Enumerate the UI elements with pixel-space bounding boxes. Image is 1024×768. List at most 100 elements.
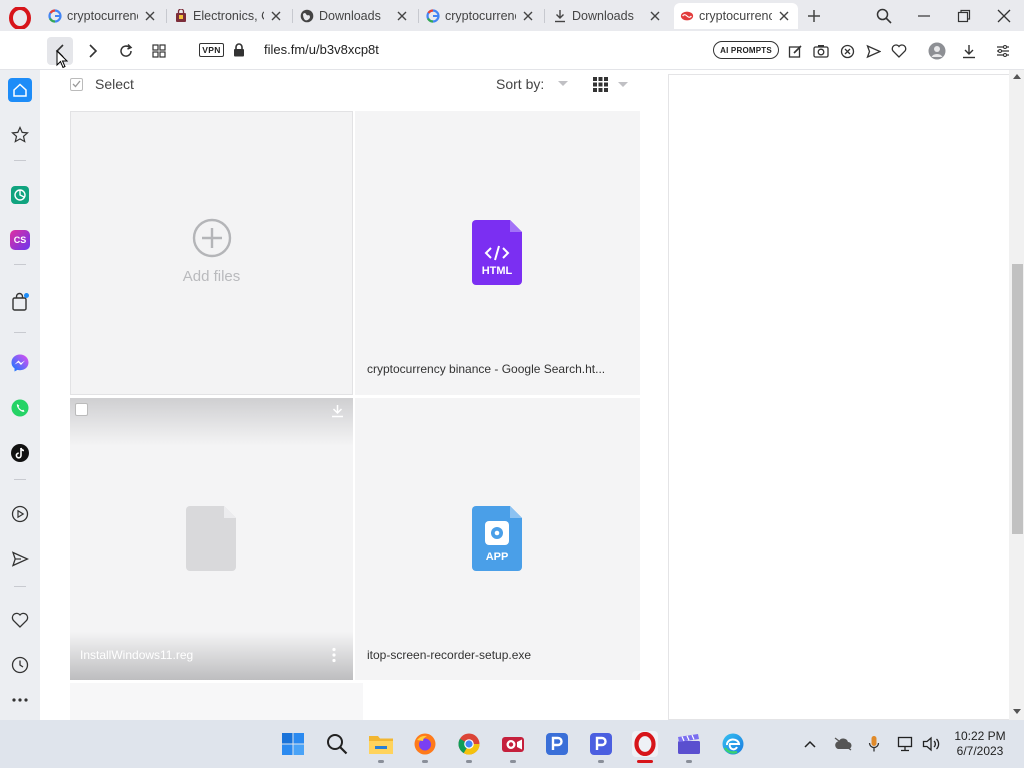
shopping-bag-icon[interactable] <box>8 290 32 314</box>
file-card-partial[interactable] <box>70 683 363 720</box>
send-icon[interactable] <box>8 547 32 571</box>
scroll-down-icon[interactable] <box>1013 709 1021 714</box>
heart-icon[interactable] <box>8 608 32 632</box>
select-all-row[interactable]: Select <box>70 76 134 92</box>
close-tab-icon[interactable] <box>394 8 410 24</box>
mouse-cursor-icon <box>56 50 68 69</box>
onedrive-icon[interactable] <box>833 734 853 754</box>
file-type-label: HTML <box>481 265 513 277</box>
filesfm-icon <box>680 9 694 23</box>
tiktok-icon[interactable] <box>8 441 32 465</box>
messenger-icon[interactable] <box>8 351 32 375</box>
files-fm-page: Select Sort by: Add files HTML cryptocur… <box>40 70 1024 720</box>
opera-icon[interactable] <box>632 731 658 757</box>
browser-toolbar: VPN files.fm/u/b3v8xcp8t AI PROMPTS <box>0 31 1024 70</box>
chevron-down-icon <box>558 81 569 86</box>
clapper-icon[interactable] <box>676 731 702 757</box>
opera-logo-icon[interactable] <box>9 7 31 29</box>
search-tabs-icon[interactable] <box>873 5 895 27</box>
p-app-2-icon[interactable] <box>588 731 614 757</box>
grid-view-icon <box>593 77 608 92</box>
file-card-exe[interactable]: APP itop-screen-recorder-setup.exe <box>355 398 640 680</box>
sort-by-label: Sort by: <box>496 76 545 92</box>
running-indicator <box>422 760 428 763</box>
p-app-icon[interactable] <box>544 731 570 757</box>
windows-start-icon[interactable] <box>280 731 306 757</box>
tab-5[interactable]: Downloads <box>547 3 669 29</box>
file-name[interactable]: cryptocurrency binance - Google Search.h… <box>367 362 607 376</box>
more-icon[interactable] <box>8 688 32 712</box>
file-name[interactable]: itop-screen-recorder-setup.exe <box>367 648 607 662</box>
close-tab-icon[interactable] <box>520 8 536 24</box>
star-icon[interactable] <box>8 123 32 147</box>
scroll-up-icon[interactable] <box>1013 74 1021 79</box>
file-checkbox[interactable] <box>75 403 88 416</box>
whatsapp-icon[interactable] <box>8 396 32 420</box>
file-card-reg[interactable]: InstallWindows11.reg <box>70 398 353 680</box>
chevron-up-icon[interactable] <box>800 734 820 754</box>
home-icon[interactable] <box>8 78 32 102</box>
close-tab-icon[interactable] <box>268 8 284 24</box>
edit-icon[interactable] <box>783 39 807 63</box>
tab-3[interactable]: Downloads <box>294 3 416 29</box>
player-icon[interactable] <box>8 502 32 526</box>
restore-icon[interactable] <box>953 5 975 27</box>
tab-title: cryptocurrenc <box>445 9 516 23</box>
close-tab-icon[interactable] <box>142 8 158 24</box>
volume-icon[interactable] <box>921 734 941 754</box>
send-icon[interactable] <box>861 39 885 63</box>
chatgpt-icon[interactable] <box>8 183 32 207</box>
profile-icon[interactable] <box>925 39 949 63</box>
sort-by-dropdown[interactable]: Sort by: <box>496 76 569 92</box>
download-icon[interactable] <box>331 404 344 418</box>
details-panel <box>668 74 1010 720</box>
chrome-icon[interactable] <box>456 731 482 757</box>
cs-icon[interactable]: CS <box>8 228 32 252</box>
file-card-html[interactable]: HTML cryptocurrency binance - Google Sea… <box>355 111 640 395</box>
close-tab-icon[interactable] <box>647 8 663 24</box>
tab-4[interactable]: cryptocurrenc <box>420 3 542 29</box>
edge-icon[interactable] <box>720 731 746 757</box>
scrollbar-thumb[interactable] <box>1012 264 1023 534</box>
running-indicator <box>510 760 516 763</box>
search-icon[interactable] <box>324 731 350 757</box>
close-tab-icon[interactable] <box>776 8 792 24</box>
page-scrollbar[interactable] <box>1009 70 1024 720</box>
address-bar-url[interactable]: files.fm/u/b3v8xcp8t <box>264 42 379 57</box>
close-window-icon[interactable] <box>993 5 1015 27</box>
block-icon[interactable] <box>835 39 859 63</box>
add-files-card[interactable]: Add files <box>70 111 353 395</box>
new-tab-icon[interactable] <box>805 7 823 25</box>
forward-button[interactable] <box>81 39 105 63</box>
clock-time: 10:22 PM <box>954 729 1006 743</box>
tab-divider <box>544 9 545 23</box>
vpn-badge[interactable]: VPN <box>199 43 224 57</box>
more-vertical-icon[interactable] <box>331 647 337 663</box>
heart-icon[interactable] <box>887 39 911 63</box>
view-mode-dropdown[interactable] <box>593 77 628 92</box>
tab-1[interactable]: cryptocurrenc <box>42 3 164 29</box>
tabs-grid-button[interactable] <box>147 39 171 63</box>
microphone-icon[interactable] <box>864 734 884 754</box>
sidebar-divider <box>14 332 26 333</box>
lock-icon[interactable] <box>233 43 245 57</box>
easy-setup-icon[interactable] <box>991 39 1015 63</box>
shopping-icon <box>174 9 188 23</box>
ai-prompts-button[interactable]: AI PROMPTS <box>713 41 779 59</box>
tab-strip: cryptocurrenc Electronics, C Downloads c… <box>0 0 1024 31</box>
screen-recorder-icon[interactable] <box>500 731 526 757</box>
taskbar-clock[interactable]: 10:22 PM 6/7/2023 <box>948 729 1012 759</box>
camera-icon[interactable] <box>809 39 833 63</box>
add-circle-icon <box>192 218 232 258</box>
history-icon[interactable] <box>8 653 32 677</box>
file-name[interactable]: InstallWindows11.reg <box>80 648 320 662</box>
tab-6-active[interactable]: cryptocurrenc <box>674 3 798 29</box>
tab-2[interactable]: Electronics, C <box>168 3 290 29</box>
select-all-checkbox[interactable] <box>70 77 83 91</box>
file-explorer-icon[interactable] <box>368 731 394 757</box>
reload-button[interactable] <box>114 39 138 63</box>
network-icon[interactable] <box>896 734 916 754</box>
downloads-icon[interactable] <box>957 39 981 63</box>
minimize-icon[interactable] <box>913 5 935 27</box>
firefox-icon[interactable] <box>412 731 438 757</box>
